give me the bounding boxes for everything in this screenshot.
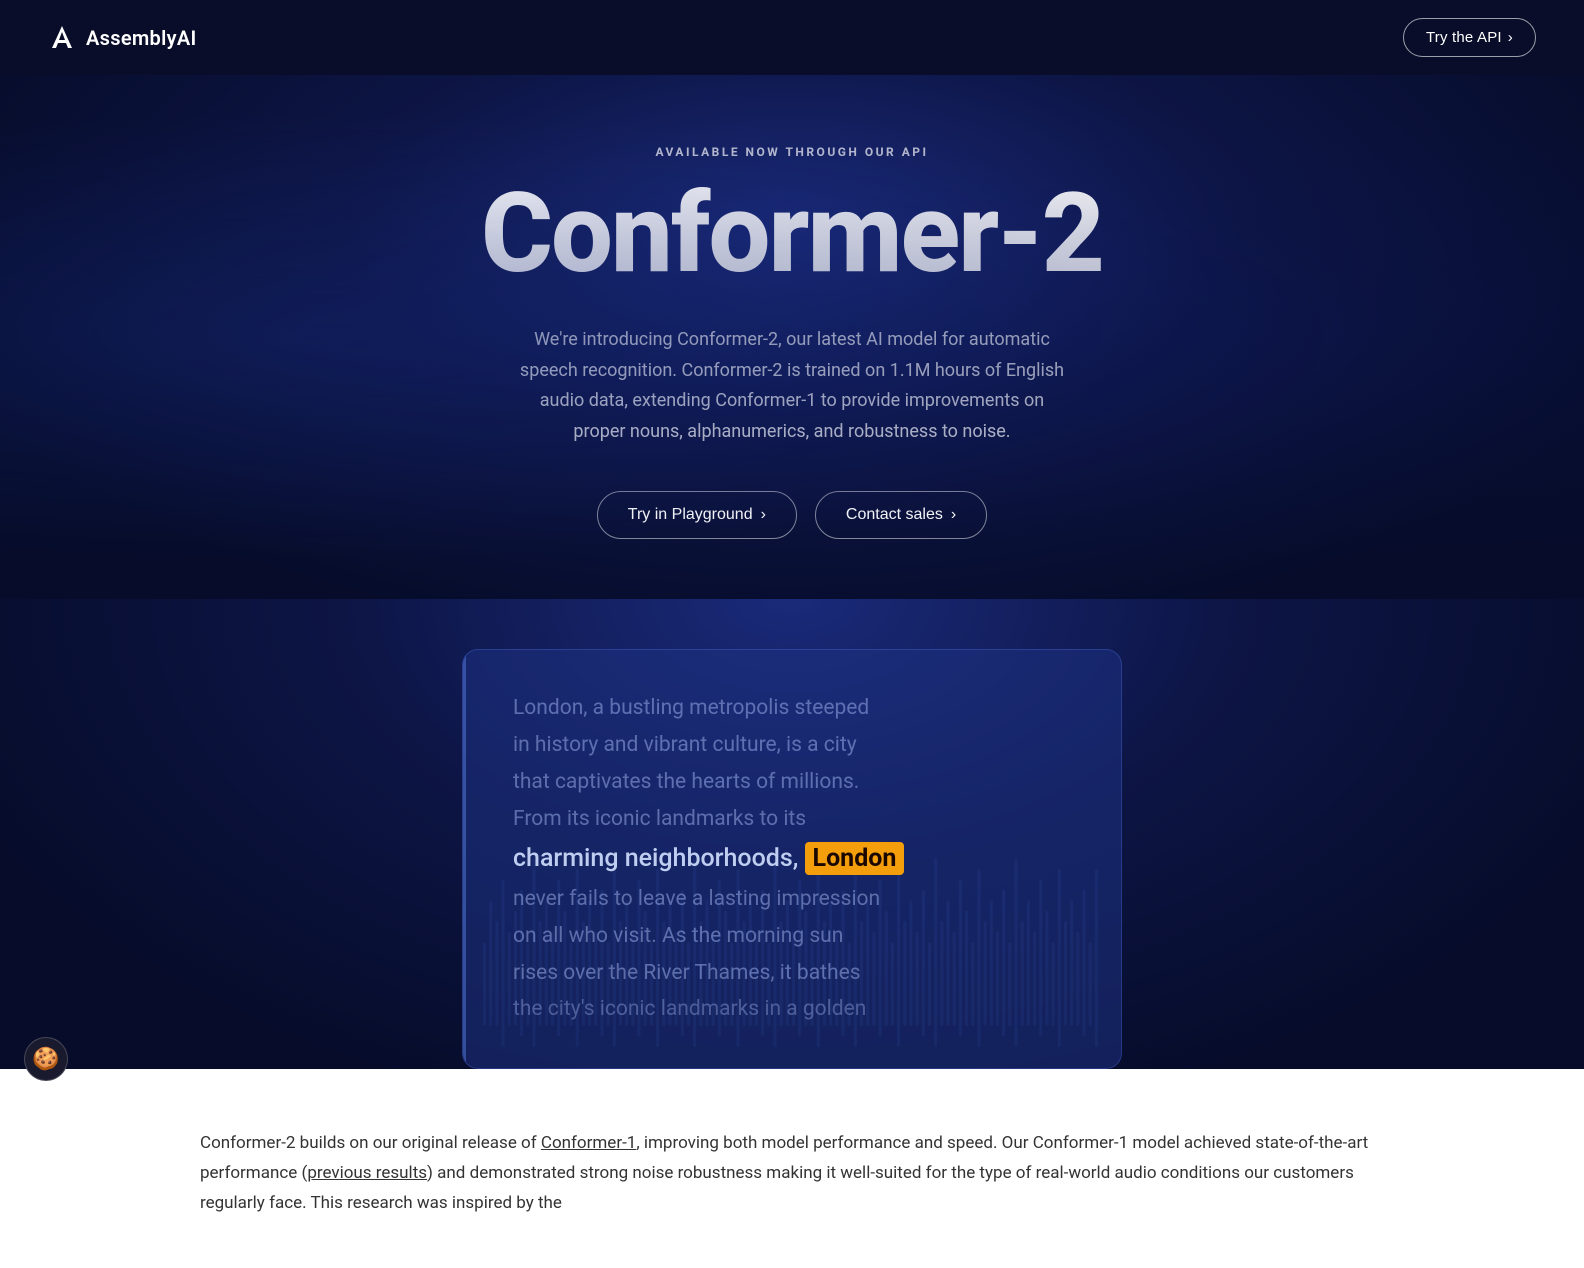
cookie-settings-button[interactable]: 🍪 [24, 1037, 68, 1081]
logo-text: AssemblyAI [86, 26, 197, 50]
demo-section: London, a bustling metropolis steeped in… [0, 599, 1584, 1069]
demo-line-5-before: charming neighborhoods, [513, 844, 805, 873]
demo-line-3: that captivates the hearts of millions. [513, 764, 1071, 801]
assemblyai-logo-icon [48, 24, 76, 52]
navbar: AssemblyAI Try the API › [0, 0, 1584, 75]
hero-title: Conformer-2 [40, 179, 1544, 289]
available-label: AVAILABLE NOW THROUGH OUR API [40, 145, 1544, 159]
demo-line-5: charming neighborhoods, London [513, 837, 1071, 881]
btn-playground-label: Try in Playground [628, 506, 753, 524]
demo-line-8: rises over the River Thames, it bathes [513, 955, 1071, 992]
demo-line-6: never fails to leave a lasting impressio… [513, 881, 1071, 918]
try-api-button[interactable]: Try the API › [1403, 18, 1536, 57]
btn-contact-arrow-icon: › [951, 506, 956, 524]
hero-description: We're introducing Conformer-2, our lates… [512, 325, 1072, 447]
btn-contact-label: Contact sales [846, 506, 943, 524]
hero-section: AVAILABLE NOW THROUGH OUR API Conformer-… [0, 75, 1584, 599]
demo-line-7: on all who visit. As the morning sun [513, 918, 1071, 955]
demo-card: London, a bustling metropolis steeped in… [462, 649, 1122, 1069]
demo-text-content: London, a bustling metropolis steeped in… [513, 690, 1071, 1028]
bottom-text: Conformer-2 builds on our original relea… [200, 1129, 1384, 1218]
bottom-section: Conformer-2 builds on our original relea… [0, 1069, 1584, 1268]
try-playground-button[interactable]: Try in Playground › [597, 491, 797, 539]
bottom-text-intro: Conformer-2 builds on our original relea… [200, 1133, 541, 1153]
try-api-arrow-icon: › [1508, 29, 1513, 46]
conformer1-link[interactable]: Conformer-1 [541, 1133, 636, 1153]
prev-results-link[interactable]: previous results [307, 1163, 427, 1183]
hero-buttons: Try in Playground › Contact sales › [40, 491, 1544, 539]
try-api-label: Try the API [1426, 29, 1502, 46]
demo-line-2: in history and vibrant culture, is a cit… [513, 727, 1071, 764]
contact-sales-button[interactable]: Contact sales › [815, 491, 987, 539]
demo-line-1: London, a bustling metropolis steeped [513, 690, 1071, 727]
logo-area: AssemblyAI [48, 24, 197, 52]
demo-highlighted-word: London [805, 842, 905, 875]
demo-line-9: the city's iconic landmarks in a golden [513, 991, 1071, 1028]
cookie-icon: 🍪 [32, 1046, 59, 1072]
btn-playground-arrow-icon: › [761, 506, 766, 524]
demo-line-4: From its iconic landmarks to its [513, 801, 1071, 838]
